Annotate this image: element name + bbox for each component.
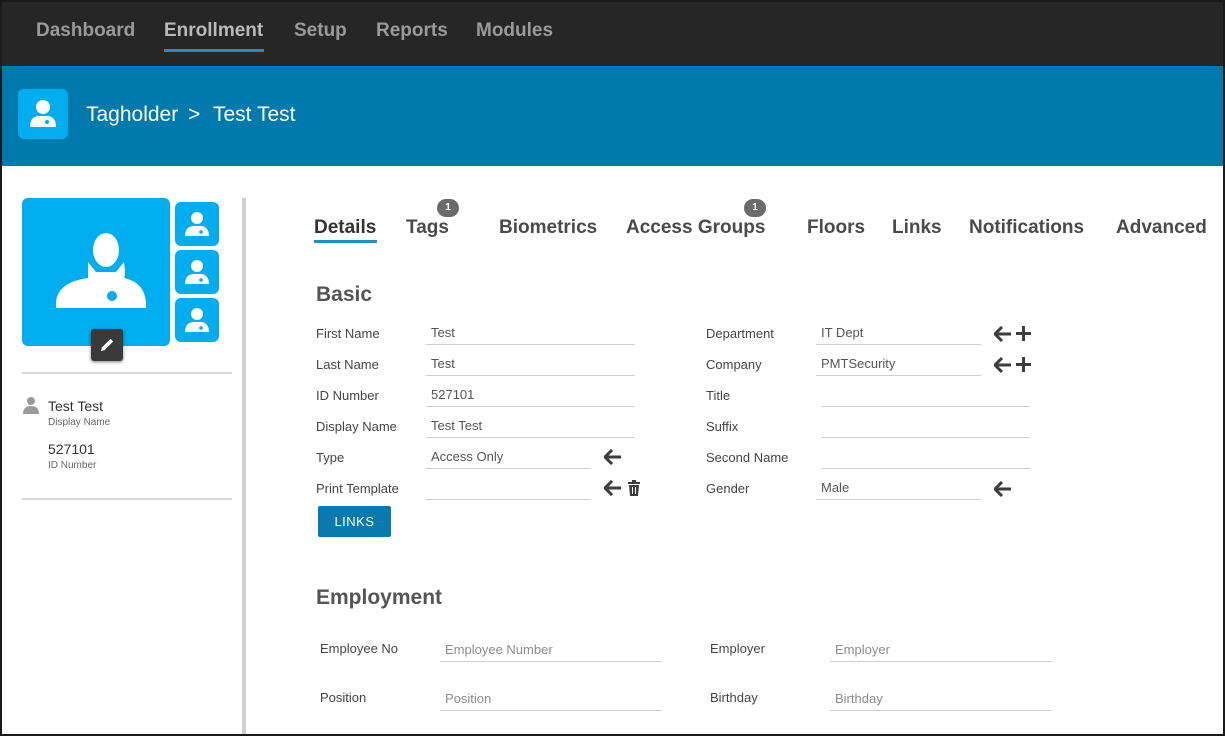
links-button[interactable]: LINKS — [318, 506, 391, 537]
employee-no-label: Employee No — [320, 641, 399, 656]
divider — [22, 372, 232, 374]
tab-access-groups[interactable]: Access Groups — [626, 217, 765, 239]
tags-count-badge: 1 — [437, 199, 459, 217]
tagholder-photo[interactable] — [22, 198, 170, 346]
page-header: Tagholder > Test Test — [0, 66, 1225, 166]
arrow-left-icon[interactable] — [604, 449, 622, 465]
company-label: Company — [706, 357, 762, 372]
tab-links[interactable]: Links — [892, 217, 942, 239]
id-number-label: ID Number — [316, 388, 379, 403]
gender-field[interactable]: Male — [816, 478, 981, 500]
arrow-left-icon[interactable] — [994, 357, 1012, 373]
first-name-label: First Name — [316, 326, 380, 341]
person-icon — [56, 233, 146, 308]
type-field[interactable]: Access Only — [426, 447, 591, 469]
plus-icon[interactable] — [1016, 326, 1031, 341]
section-title-employment: Employment — [316, 586, 443, 609]
first-name-field[interactable]: Test — [426, 323, 635, 345]
summary-id-number-caption: ID Number — [48, 460, 97, 471]
panel-divider — [242, 198, 246, 736]
suffix-label: Suffix — [706, 419, 739, 434]
position-label: Position — [320, 690, 367, 705]
birthday-field[interactable]: Birthday — [830, 689, 1052, 711]
photo-thumbnail[interactable] — [175, 202, 219, 246]
section-title-basic: Basic — [316, 283, 373, 306]
company-field[interactable]: PMTSecurity — [816, 354, 981, 376]
birthday-label: Birthday — [710, 690, 758, 705]
breadcrumb-separator: > — [188, 103, 201, 126]
pencil-icon — [101, 338, 114, 351]
department-label: Department — [706, 326, 774, 341]
id-number-field[interactable]: 527101 — [426, 385, 635, 407]
person-icon — [185, 260, 209, 284]
photo-thumbnail[interactable] — [175, 298, 219, 342]
breadcrumb-section[interactable]: Tagholder — [86, 103, 178, 127]
tab-details[interactable]: Details — [314, 217, 376, 239]
arrow-left-icon[interactable] — [994, 326, 1012, 342]
summary-display-name: Test Test — [48, 398, 103, 414]
title-field[interactable] — [821, 385, 1030, 407]
edit-photo-button[interactable] — [91, 329, 123, 361]
divider — [22, 498, 232, 500]
nav-active-underline — [164, 49, 264, 52]
gender-label: Gender — [706, 481, 750, 496]
tab-tags[interactable]: Tags — [406, 217, 449, 239]
print-template-field[interactable] — [426, 478, 591, 500]
tab-notifications[interactable]: Notifications — [969, 217, 1084, 239]
second-name-label: Second Name — [706, 450, 789, 465]
display-name-label: Display Name — [316, 419, 397, 434]
last-name-field[interactable]: Test — [426, 354, 635, 376]
display-name-field[interactable]: Test Test — [426, 416, 635, 438]
page-title: Test Test — [213, 103, 296, 126]
photo-thumbnail[interactable] — [175, 250, 219, 294]
employee-number-field[interactable]: Employee Number — [440, 640, 662, 662]
arrow-left-icon[interactable] — [994, 481, 1012, 497]
title-label: Title — [706, 388, 731, 403]
nav-reports[interactable]: Reports — [376, 20, 448, 42]
person-icon — [185, 212, 209, 236]
nav-dashboard[interactable]: Dashboard — [36, 20, 135, 42]
nav-enrollment[interactable]: Enrollment — [164, 20, 263, 42]
access-groups-count-badge: 1 — [744, 199, 766, 217]
trash-icon[interactable] — [627, 480, 641, 496]
nav-setup[interactable]: Setup — [294, 20, 347, 42]
department-field[interactable]: IT Dept — [816, 323, 981, 345]
tab-biometrics[interactable]: Biometrics — [499, 217, 597, 239]
top-nav: Dashboard Enrollment Setup Reports Modul… — [0, 0, 1225, 66]
suffix-field[interactable] — [821, 416, 1030, 438]
position-field[interactable]: Position — [440, 689, 662, 711]
person-icon — [185, 308, 209, 332]
summary-id-number: 527101 — [48, 441, 95, 457]
type-label: Type — [316, 450, 345, 465]
person-icon — [23, 397, 39, 414]
person-icon — [18, 89, 68, 139]
nav-modules[interactable]: Modules — [476, 20, 553, 42]
employer-label: Employer — [710, 641, 765, 656]
tab-active-underline — [314, 240, 377, 243]
print-template-label: Print Template — [316, 481, 399, 496]
tab-floors[interactable]: Floors — [807, 217, 865, 239]
employer-field[interactable]: Employer — [830, 640, 1052, 662]
tab-advanced[interactable]: Advanced — [1116, 217, 1207, 239]
summary-display-name-caption: Display Name — [48, 417, 111, 428]
plus-icon[interactable] — [1016, 357, 1031, 372]
last-name-label: Last Name — [316, 357, 379, 372]
second-name-field[interactable] — [821, 447, 1030, 469]
arrow-left-icon[interactable] — [604, 480, 622, 496]
